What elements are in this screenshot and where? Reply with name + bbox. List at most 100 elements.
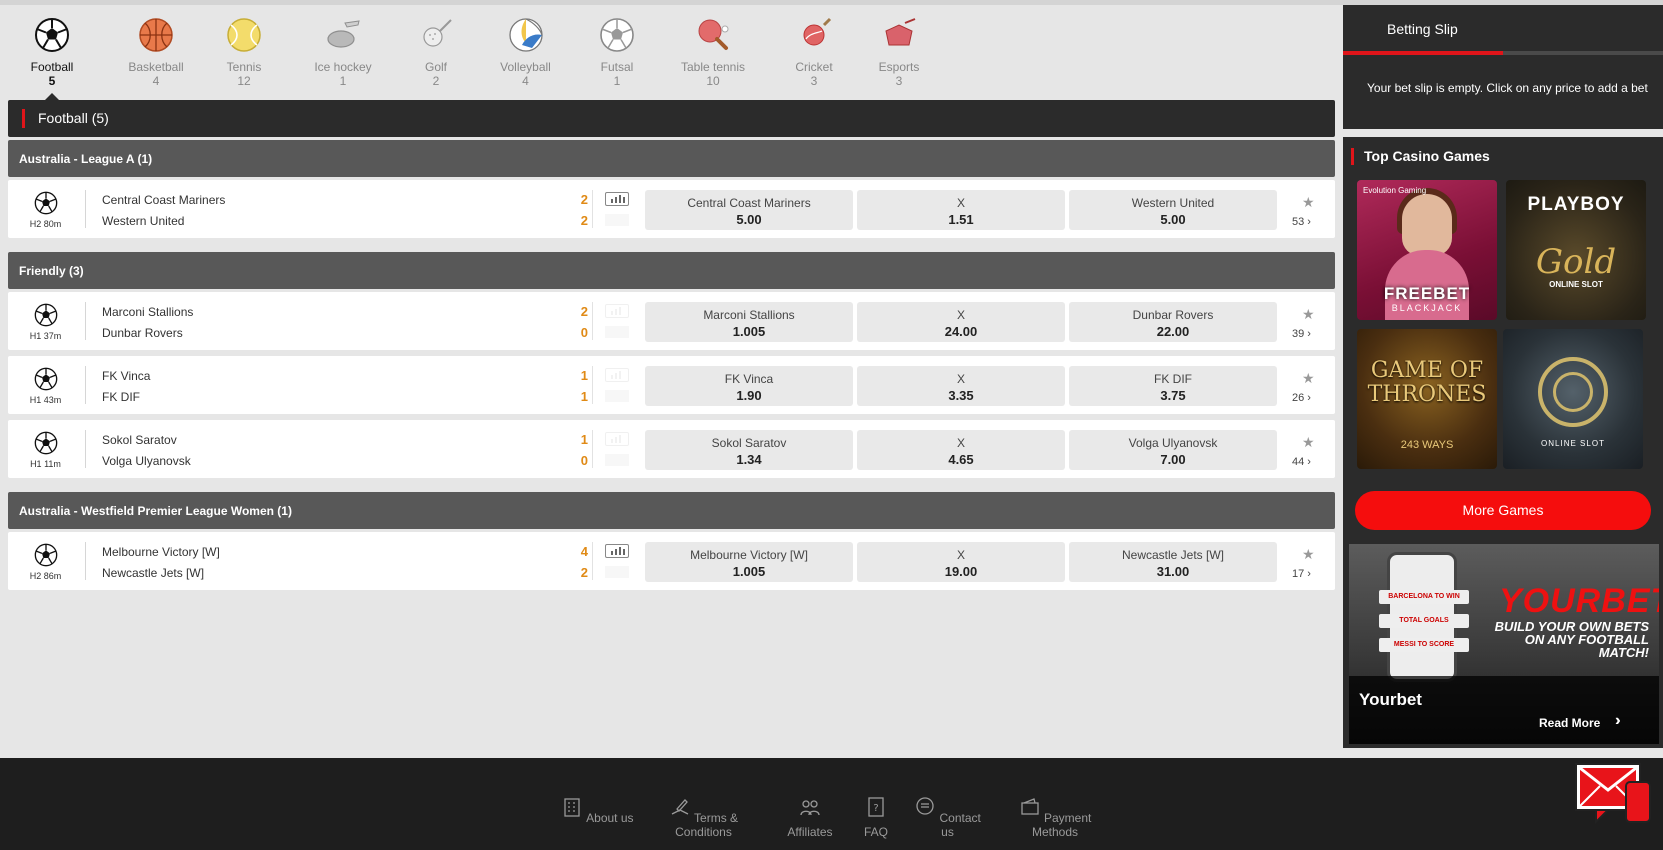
sport-name: Volleyball [500, 60, 551, 74]
away-team[interactable]: FK DIF [102, 390, 140, 404]
odds-button-home[interactable]: Melbourne Victory [W] 1.005 [645, 542, 853, 582]
odds-value: 22.00 [1156, 324, 1190, 339]
provider-label: Evolution Gaming [1363, 186, 1427, 195]
odds-value: 3.35 [948, 388, 974, 403]
divider [592, 190, 593, 228]
sport-tab-volleyball[interactable]: Volleyball 4 [493, 17, 558, 88]
odds-button-away[interactable]: Volga Ulyanovsk 7.00 [1069, 430, 1277, 470]
odds-value: 1.005 [732, 324, 766, 339]
away-team[interactable]: Western United [102, 214, 184, 228]
odds-button-home[interactable]: Sokol Saratov 1.34 [645, 430, 853, 470]
stats-icon[interactable] [605, 192, 629, 206]
footer-link-payment-methods[interactable]: Payment Methods [1000, 796, 1110, 839]
favorite-star-icon[interactable]: ★ [1302, 371, 1315, 385]
odds-label: Marconi Stallions [703, 308, 795, 322]
footer-link-terms[interactable]: Terms & Conditions [646, 796, 761, 839]
sport-tab-cricket[interactable]: Cricket 3 [784, 17, 844, 88]
odds-button-draw[interactable]: X 3.35 [857, 366, 1065, 406]
footer: About us Terms & Conditions Affiliates ?… [0, 758, 1663, 850]
sport-tab-tennis[interactable]: Tennis 12 [214, 17, 274, 88]
odds-button-home[interactable]: FK Vinca 1.90 [645, 366, 853, 406]
odds-button-draw[interactable]: X 19.00 [857, 542, 1065, 582]
sport-tab-table-tennis[interactable]: Table tennis 10 [675, 17, 751, 88]
odds-label: Dunbar Rovers [1132, 308, 1214, 322]
game-tile-freebet-blackjack[interactable]: Evolution Gaming FREEBET BLACKJACK [1357, 180, 1497, 320]
odds-button-away[interactable]: Newcastle Jets [W] 31.00 [1069, 542, 1277, 582]
futsal-icon [600, 18, 634, 52]
home-team[interactable]: Melbourne Victory [W] [102, 545, 220, 559]
footer-link-label: Affiliates [787, 825, 833, 839]
away-team[interactable]: Volga Ulyanovsk [102, 454, 191, 468]
double-chevron-right-icon: ›› [1615, 712, 1619, 729]
stats-placeholder [605, 566, 629, 578]
odds-label: X [956, 436, 965, 450]
divider [592, 302, 593, 340]
cricket-icon [803, 17, 832, 46]
betting-slip-tab-underline [1343, 51, 1663, 55]
yourbet-promo-banner[interactable]: BARCELONA TO WIN TOTAL GOALS MESSI TO SC… [1349, 544, 1659, 744]
home-team[interactable]: Marconi Stallions [102, 305, 193, 319]
league-header[interactable]: Australia - League A (1) [8, 140, 1335, 177]
more-markets-link[interactable]: 26 › [1292, 392, 1311, 404]
stats-placeholder [605, 326, 629, 338]
match-clock: H1 43m [29, 395, 62, 405]
game-tag: 243 WAYS [1400, 439, 1454, 451]
sport-tab-golf[interactable]: Golf 2 [411, 17, 461, 88]
odds-button-draw[interactable]: X 24.00 [857, 302, 1065, 342]
stats-placeholder [605, 390, 629, 402]
home-team[interactable]: FK Vinca [102, 369, 150, 383]
game-title: FREEBET [1383, 284, 1471, 303]
active-tab-caret [45, 93, 59, 100]
more-games-button[interactable]: More Games [1355, 491, 1651, 530]
more-markets-link[interactable]: 17 › [1292, 568, 1311, 580]
odds-button-away[interactable]: Western United 5.00 [1069, 190, 1277, 230]
footer-link-contact-us[interactable]: Contact us [910, 796, 985, 839]
more-markets-link[interactable]: 39 › [1292, 328, 1311, 340]
favorite-star-icon[interactable]: ★ [1302, 307, 1315, 321]
more-markets-link[interactable]: 53 › [1292, 216, 1311, 228]
match-clock: H1 11m [30, 459, 61, 469]
sport-tab-ice-hockey[interactable]: Ice hockey 1 [308, 17, 378, 88]
game-tile-playboy-gold[interactable]: PLAYBOY Gold ONLINE SLOT [1506, 180, 1646, 320]
divider [85, 542, 86, 580]
home-score: 1 [580, 368, 588, 383]
odds-label: FK DIF [1154, 372, 1192, 386]
away-team[interactable]: Newcastle Jets [W] [102, 566, 204, 580]
odds-value: 1.005 [732, 564, 766, 579]
contact-mail-icon[interactable] [1574, 762, 1654, 832]
odds-label: Newcastle Jets [W] [1121, 548, 1225, 562]
footer-link-label: Payment Methods [1031, 811, 1092, 839]
odds-button-away[interactable]: Dunbar Rovers 22.00 [1069, 302, 1277, 342]
league-header[interactable]: Australia - Westfield Premier League Wom… [8, 492, 1335, 529]
footer-link-about-us[interactable]: About us [560, 796, 635, 825]
game-tag: ONLINE SLOT [1549, 280, 1603, 289]
home-team[interactable]: Central Coast Mariners [102, 193, 225, 207]
odds-button-away[interactable]: FK DIF 3.75 [1069, 366, 1277, 406]
favorite-star-icon[interactable]: ★ [1302, 195, 1315, 209]
pen-paper-icon [671, 799, 689, 815]
stats-icon[interactable] [605, 544, 629, 558]
odds-button-draw[interactable]: X 1.51 [857, 190, 1065, 230]
read-more-link[interactable]: Read More [1539, 716, 1600, 730]
divider [592, 430, 593, 468]
odds-button-home[interactable]: Central Coast Mariners 5.00 [645, 190, 853, 230]
favorite-star-icon[interactable]: ★ [1302, 435, 1315, 449]
odds-button-draw[interactable]: X 4.65 [857, 430, 1065, 470]
footer-link-faq[interactable]: ? FAQ [858, 796, 894, 839]
sport-tab-futsal[interactable]: Futsal 1 [592, 17, 642, 88]
game-tile-game-of-thrones[interactable]: GAME OF THRONES 243 WAYS [1357, 329, 1497, 469]
odds-button-home[interactable]: Marconi Stallions 1.005 [645, 302, 853, 342]
more-markets-link[interactable]: 44 › [1292, 456, 1311, 468]
casino-panel: Top Casino Games Evolution Gaming FREEBE… [1343, 137, 1663, 748]
odds-label: X [956, 548, 965, 562]
game-tile-sherlock-of-london[interactable]: ONLINE SLOT [1503, 329, 1643, 469]
away-team[interactable]: Dunbar Rovers [102, 326, 183, 340]
league-header[interactable]: Friendly (3) [8, 252, 1335, 289]
footer-link-affiliates[interactable]: Affiliates [776, 796, 844, 839]
sport-tab-football[interactable]: Football 5 [27, 17, 77, 88]
favorite-star-icon[interactable]: ★ [1302, 547, 1315, 561]
betting-slip-title[interactable]: Betting Slip [1387, 21, 1458, 37]
sport-tab-esports[interactable]: Esports 3 [869, 17, 929, 88]
home-team[interactable]: Sokol Saratov [102, 433, 177, 447]
sport-tab-basketball[interactable]: Basketball 4 [120, 17, 192, 88]
